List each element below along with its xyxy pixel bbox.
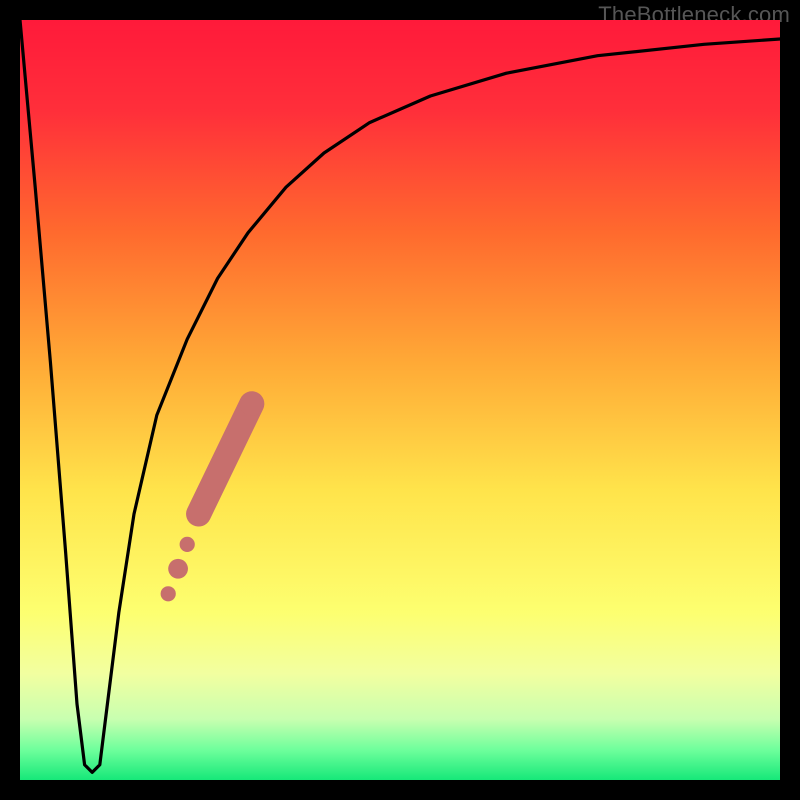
chart-frame: TheBottleneck.com (0, 0, 800, 800)
highlight-dot (186, 502, 210, 526)
highlight-dot (168, 559, 188, 579)
highlight-dot (240, 392, 264, 416)
highlight-dot (161, 586, 176, 601)
bottleneck-chart (20, 20, 780, 780)
highlight-dot (180, 537, 195, 552)
chart-background (20, 20, 780, 780)
